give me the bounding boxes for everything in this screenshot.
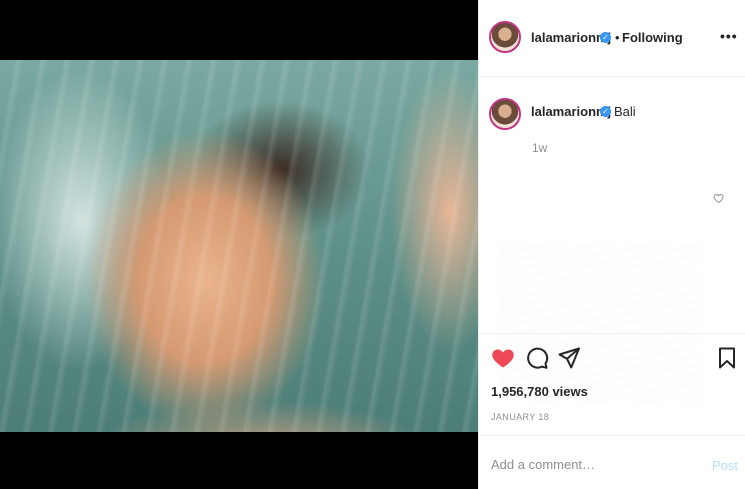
verified-badge-icon: ✓ [600, 32, 611, 43]
video-overlay [0, 60, 478, 432]
post-date[interactable]: JANUARY 18 [491, 412, 549, 422]
post-comment-button[interactable]: Post [712, 458, 738, 473]
more-options-icon[interactable]: ••• [720, 28, 738, 44]
caption-timestamp: 1w [532, 141, 548, 155]
action-bar: 1,956,780 views JANUARY 18 [479, 333, 745, 435]
media-pane [0, 0, 478, 489]
caption-avatar[interactable] [489, 98, 521, 130]
post-viewer: lalamarionmj ✓ • Following ••• lalamario… [0, 0, 745, 489]
bookmark-icon[interactable] [715, 346, 739, 370]
comment-input[interactable] [491, 457, 691, 472]
post-video[interactable] [0, 60, 478, 432]
post-header: lalamarionmj ✓ • Following ••• [479, 0, 745, 77]
header-separator: • [615, 30, 620, 45]
caption-location[interactable]: Bali [614, 104, 636, 119]
avatar[interactable] [489, 21, 521, 53]
comment-bar: Post [479, 435, 745, 489]
share-icon[interactable] [557, 346, 581, 370]
caption-verified-icon: ✓ [600, 106, 611, 117]
heart-outline-icon[interactable] [713, 192, 725, 204]
following-button[interactable]: Following [622, 30, 683, 45]
post-side-panel: lalamarionmj ✓ • Following ••• lalamario… [478, 0, 745, 489]
heart-icon[interactable] [491, 346, 515, 370]
caption-area: lalamarionmj ✓ Bali 1w [479, 78, 745, 403]
comment-icon[interactable] [525, 346, 549, 370]
view-count[interactable]: 1,956,780 views [491, 384, 588, 399]
